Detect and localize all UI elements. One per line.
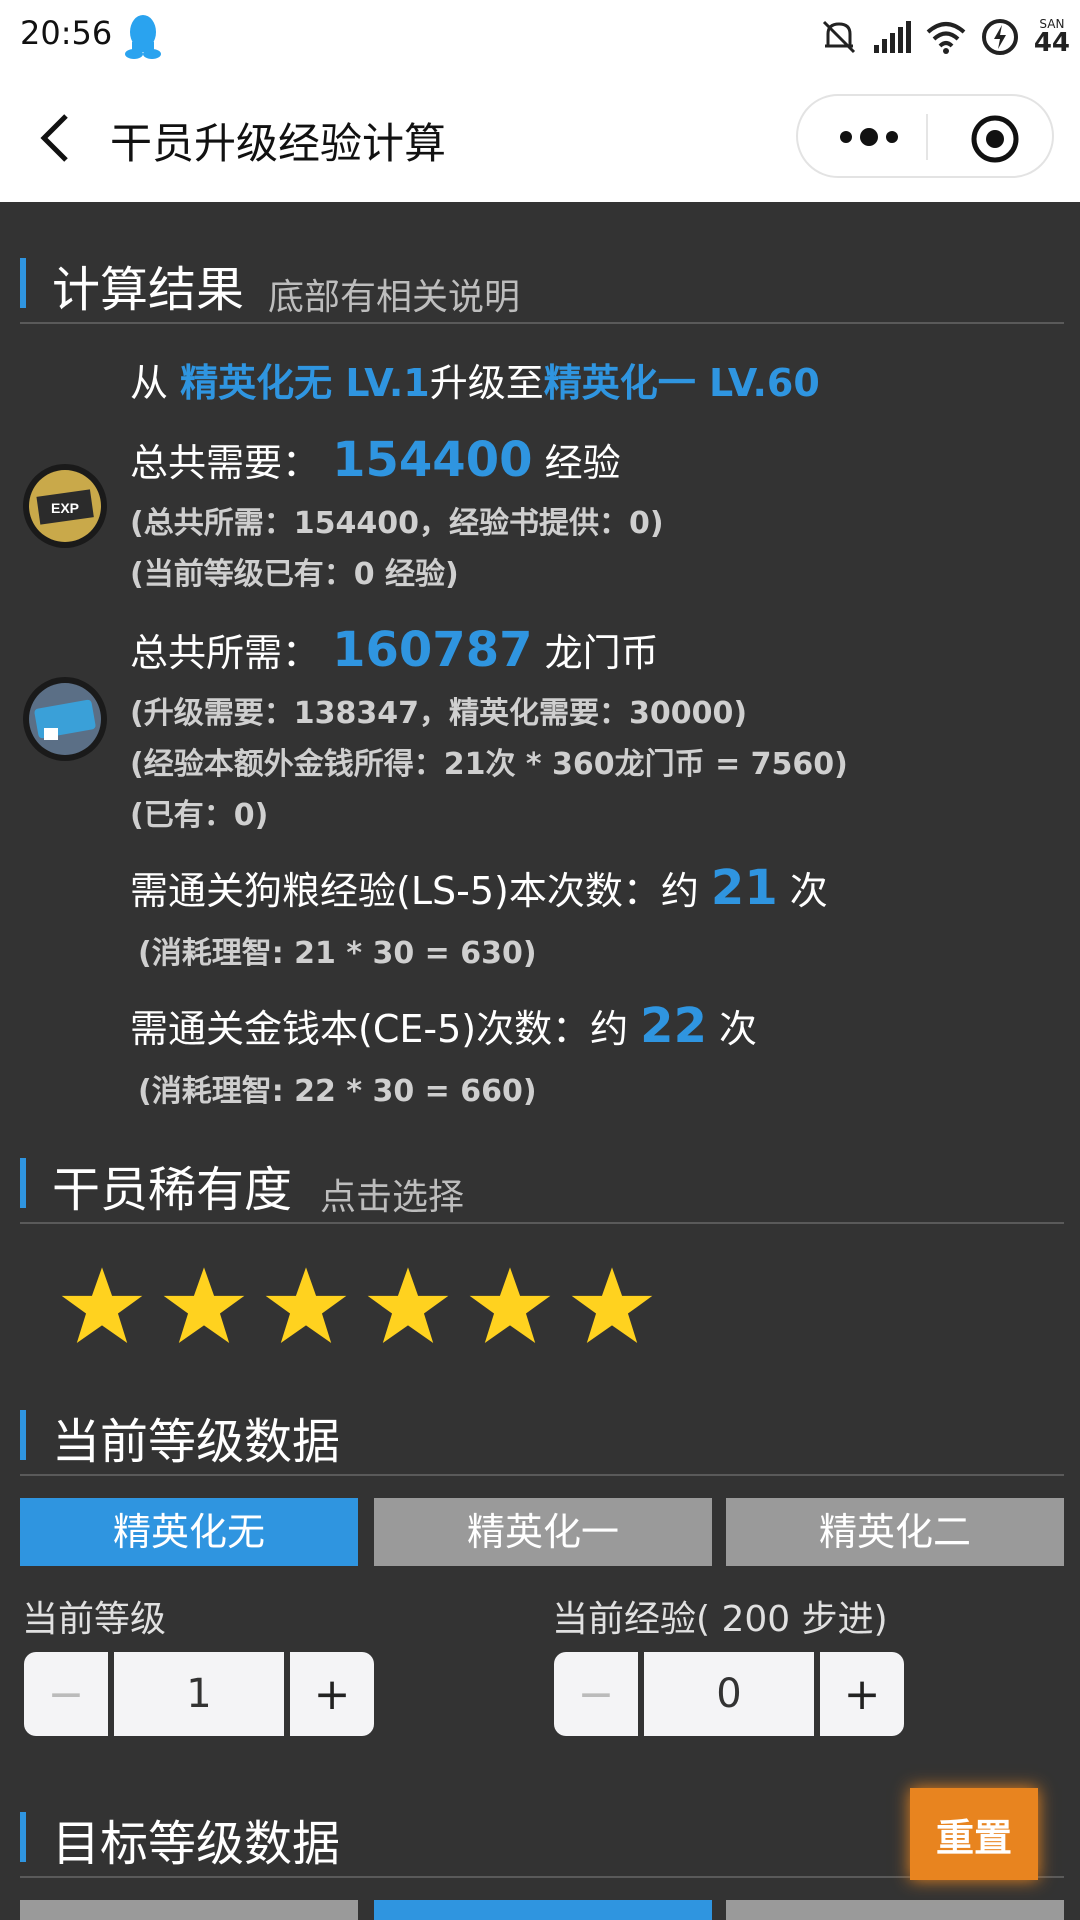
star-icon[interactable]	[468, 1264, 552, 1348]
exp-detail-2: (当前等级已有：0 经验)	[130, 557, 459, 592]
section-divider	[20, 1876, 1064, 1878]
section-subtitle: 底部有相关说明	[268, 277, 521, 318]
section-accent-bar	[20, 1812, 26, 1862]
section-title: 计算结果	[52, 262, 245, 318]
tab-elite-1[interactable]: 精英化一	[374, 1498, 712, 1566]
section-subtitle: 点击选择	[320, 1177, 465, 1218]
battery-saver-icon	[981, 19, 1018, 55]
section-title: 当前等级数据	[52, 1414, 341, 1470]
target-level-section-header: 目标等级数据	[20, 1798, 1064, 1878]
qq-penguin-icon	[125, 15, 161, 59]
svg-text:EXP: EXP	[51, 500, 79, 516]
ls5-runs-value: 21	[710, 860, 778, 916]
exp-detail-1: (总共所需：154400，经验书提供：0)	[130, 506, 664, 541]
page-title: 干员升级经验计算	[110, 119, 447, 168]
section-title: 目标等级数据	[52, 1816, 341, 1872]
exp-card-icon: EXP	[23, 464, 107, 548]
current-level-stepper: − 1 +	[24, 1652, 374, 1736]
capsule-divider	[926, 114, 928, 160]
status-icons: SAN 44	[820, 12, 1070, 62]
exp-decrement-button[interactable]: −	[554, 1652, 638, 1736]
section-divider	[20, 1474, 1064, 1476]
close-miniprogram-icon[interactable]	[970, 114, 1020, 164]
more-icon[interactable]	[834, 122, 904, 152]
target-tab-elite-2[interactable]	[726, 1900, 1064, 1920]
mute-icon	[822, 20, 855, 54]
star-icon[interactable]	[366, 1264, 450, 1348]
from-stage: 精英化无 LV.1	[180, 361, 430, 405]
back-arrow-icon[interactable]	[36, 110, 76, 166]
status-time: 20:56	[20, 14, 113, 52]
star-icon[interactable]	[264, 1264, 348, 1348]
tab-elite-2[interactable]: 精英化二	[726, 1498, 1064, 1566]
title-bar: 干员升级经验计算	[0, 74, 1080, 202]
ls5-runs-line: 需通关狗粮经验(LS-5)本次数：约 21 次	[130, 860, 828, 916]
star-icon[interactable]	[570, 1264, 654, 1348]
total-coin-value: 160787	[332, 622, 533, 678]
signal-icon	[873, 21, 911, 53]
target-tab-elite-0[interactable]	[20, 1900, 358, 1920]
battery-indicator: SAN 44	[1033, 17, 1070, 58]
reset-button[interactable]: 重置	[910, 1788, 1038, 1880]
section-accent-bar	[20, 1410, 26, 1460]
section-accent-bar	[20, 258, 26, 308]
ce5-runs-value: 22	[640, 998, 707, 1054]
current-level-section-header: 当前等级数据	[20, 1396, 1064, 1476]
current-level-label: 当前等级	[22, 1599, 167, 1640]
status-bar: 20:56 SAN 44	[0, 0, 1080, 74]
exp-increment-button[interactable]: +	[820, 1652, 904, 1736]
upgrade-range: 从 精英化无 LV.1升级至精英化一 LV.60	[130, 361, 820, 405]
coin-detail-1: (升级需要：138347，精英化需要：30000)	[130, 696, 748, 731]
ls5-sanity: (消耗理智: 21 * 30 = 630)	[138, 936, 537, 971]
coin-detail-2: (经验本额外金钱所得：21次 * 360龙门币 = 7560)	[130, 747, 848, 782]
coin-detail-3: (已有：0)	[130, 798, 269, 833]
miniprogram-capsule	[796, 94, 1054, 178]
section-accent-bar	[20, 1158, 26, 1208]
section-title: 干员稀有度	[52, 1162, 293, 1218]
tab-elite-0[interactable]: 精英化无	[20, 1498, 358, 1566]
total-exp-line: 总共需要： 154400 经验	[130, 432, 621, 488]
rarity-section-header: 干员稀有度 点击选择	[20, 1144, 1064, 1224]
lmd-coin-icon	[23, 677, 107, 761]
level-value[interactable]: 1	[114, 1652, 284, 1736]
total-coin-line: 总共所需： 160787 龙门币	[130, 622, 659, 678]
ce5-sanity: (消耗理智: 22 * 30 = 660)	[138, 1074, 537, 1109]
section-divider	[20, 322, 1064, 324]
target-tab-elite-1[interactable]	[374, 1900, 712, 1920]
exp-value[interactable]: 0	[644, 1652, 814, 1736]
wifi-icon	[926, 22, 966, 54]
current-exp-label: 当前经验( 200 步进)	[552, 1599, 888, 1640]
total-exp-value: 154400	[332, 432, 533, 488]
level-decrement-button[interactable]: −	[24, 1652, 108, 1736]
current-exp-stepper: − 0 +	[554, 1652, 904, 1736]
result-section-header: 计算结果 底部有相关说明	[20, 244, 1064, 324]
rarity-stars	[60, 1264, 654, 1348]
to-stage: 精英化一 LV.60	[543, 361, 820, 405]
star-icon[interactable]	[60, 1264, 144, 1348]
section-divider	[20, 1222, 1064, 1224]
ce5-runs-line: 需通关金钱本(CE-5)次数：约 22 次	[130, 998, 758, 1054]
star-icon[interactable]	[162, 1264, 246, 1348]
level-increment-button[interactable]: +	[290, 1652, 374, 1736]
